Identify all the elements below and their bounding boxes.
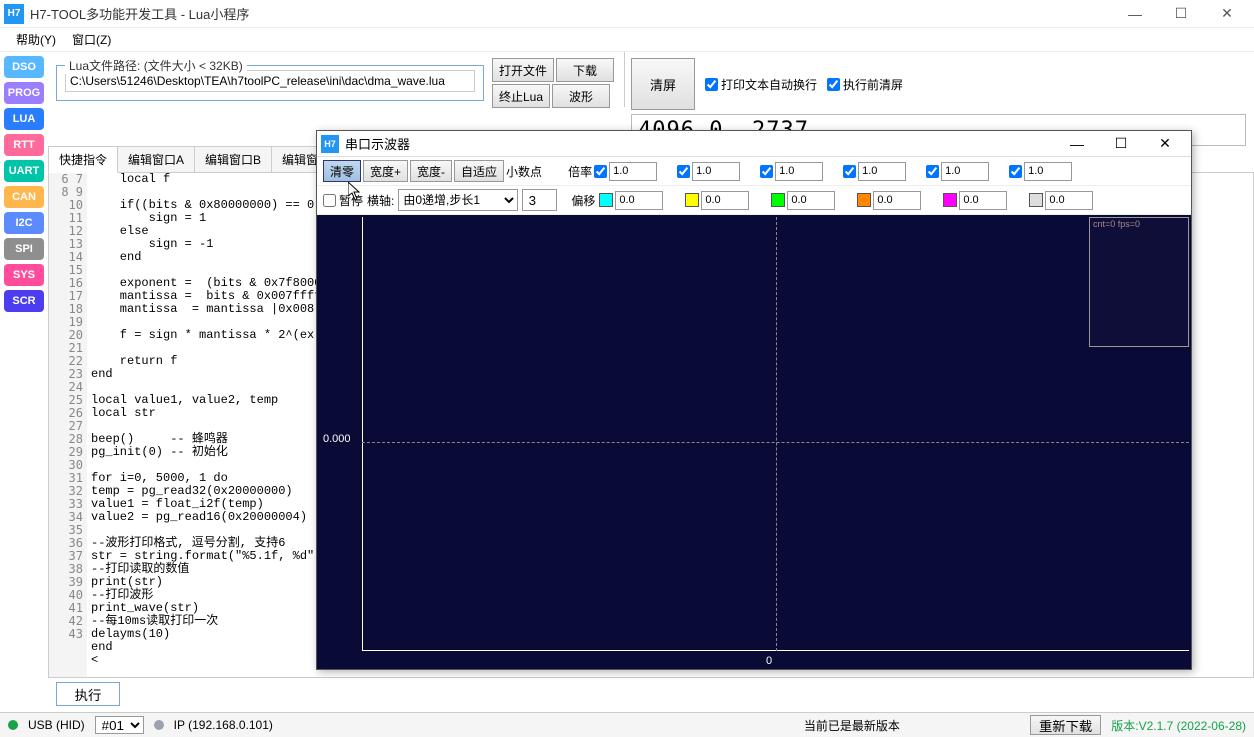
latest-version-label: 当前已是最新版本 [804, 717, 900, 734]
menu-help[interactable]: 帮助(Y) [8, 29, 64, 50]
side-btn-rtt[interactable]: RTT [4, 134, 44, 156]
minimize-button[interactable]: — [1112, 0, 1158, 28]
maximize-button[interactable]: ☐ [1158, 0, 1204, 28]
side-btn-scr[interactable]: SCR [4, 290, 44, 312]
side-btn-can[interactable]: CAN [4, 186, 44, 208]
osc-offset-label: 偏移 [571, 192, 595, 209]
side-btn-lua[interactable]: LUA [4, 108, 44, 130]
osc-zero-button[interactable]: 清零 [323, 160, 361, 182]
osc-ch6-swatch [1029, 193, 1043, 207]
osc-ch1-rate[interactable] [609, 162, 657, 181]
osc-xaxis-select[interactable]: 由0递增,步长1 [398, 189, 518, 211]
usb-status-icon [8, 720, 18, 730]
line-number-gutter: 6 7 8 9 10 11 12 13 14 15 16 17 18 19 20… [49, 173, 87, 677]
osc-ch2-enable[interactable] [677, 165, 690, 178]
osc-x-label: 0 [766, 655, 772, 667]
wave-button[interactable]: 波形 [552, 84, 610, 108]
osc-ch4-swatch [857, 193, 871, 207]
redownload-button[interactable]: 重新下载 [1030, 715, 1101, 735]
window-titlebar: H7 H7-TOOL多功能开发工具 - Lua小程序 — ☐ ✕ [0, 0, 1254, 28]
side-btn-spi[interactable]: SPI [4, 238, 44, 260]
osc-ch4-enable[interactable] [843, 165, 856, 178]
side-btn-i2c[interactable]: I2C [4, 212, 44, 234]
download-button[interactable]: 下载 [556, 58, 614, 82]
execute-button[interactable]: 执行 [56, 682, 120, 706]
clear-before-run-checkbox[interactable]: 执行前清屏 [827, 76, 903, 93]
clear-output-button[interactable]: 清屏 [631, 58, 695, 110]
osc-decimal-input[interactable] [522, 189, 557, 211]
osc-auto-button[interactable]: 自适应 [454, 160, 504, 182]
tab-2[interactable]: 编辑窗口B [194, 146, 272, 172]
osc-maximize-button[interactable]: ☐ [1099, 131, 1143, 157]
osc-plot-area[interactable]: 0.000 0 cnt=0 fps=0 [317, 215, 1191, 669]
osc-ch5-swatch [943, 193, 957, 207]
version-label: 版本:V2.1.7 (2022-06-28) [1111, 717, 1246, 734]
menu-bar: 帮助(Y) 窗口(Z) [0, 28, 1254, 52]
osc-legend: cnt=0 fps=0 [1089, 217, 1189, 347]
osc-ch1-offset[interactable] [615, 191, 663, 210]
osc-ch6-enable[interactable] [1009, 165, 1022, 178]
osc-ch5-offset[interactable] [959, 191, 1007, 210]
side-btn-sys[interactable]: SYS [4, 264, 44, 286]
osc-ch6-rate[interactable] [1024, 162, 1072, 181]
osc-ch2-swatch [685, 193, 699, 207]
side-btn-dso[interactable]: DSO [4, 56, 44, 78]
osc-decimal-label: 小数点 [506, 163, 542, 180]
ip-status-icon [154, 720, 164, 730]
usb-status-label: USB (HID) [28, 718, 85, 732]
osc-toolbar-row1: 清零 宽度+ 宽度- 自适应 小数点 倍率 [317, 157, 1191, 186]
osc-close-button[interactable]: ✕ [1143, 131, 1187, 157]
lua-file-frame: Lua文件路径: (文件大小 < 32KB) [56, 65, 484, 101]
osc-title: 串口示波器 [345, 134, 1055, 153]
osc-ch1-swatch [599, 193, 613, 207]
osc-ch3-rate[interactable] [775, 162, 823, 181]
oscilloscope-window: H7 串口示波器 — ☐ ✕ 清零 宽度+ 宽度- 自适应 小数点 倍率 暂停 … [316, 130, 1192, 670]
autowrap-checkbox[interactable]: 打印文本自动换行 [705, 76, 817, 93]
ip-label: IP (192.168.0.101) [174, 718, 273, 732]
osc-toolbar-row2: 暂停 横轴: 由0递增,步长1 偏移 [317, 186, 1191, 215]
osc-ch5-rate[interactable] [941, 162, 989, 181]
osc-rate-label: 倍率 [568, 163, 592, 180]
device-id-select[interactable]: #01 [95, 716, 144, 734]
file-frame-label: Lua文件路径: (文件大小 < 32KB) [65, 57, 247, 74]
close-button[interactable]: ✕ [1204, 0, 1250, 28]
osc-y-label: 0.000 [323, 433, 351, 445]
app-icon: H7 [4, 4, 24, 24]
side-toolbar: DSO PROG LUA RTT UART CAN I2C SPI SYS SCR [0, 52, 48, 710]
osc-ch2-rate[interactable] [692, 162, 740, 181]
open-file-button[interactable]: 打开文件 [492, 58, 554, 82]
osc-ch2-offset[interactable] [701, 191, 749, 210]
osc-ch4-offset[interactable] [873, 191, 921, 210]
side-btn-uart[interactable]: UART [4, 160, 44, 182]
osc-ch5-enable[interactable] [926, 165, 939, 178]
osc-width-plus-button[interactable]: 宽度+ [363, 160, 408, 182]
osc-xaxis-label: 横轴: [367, 192, 394, 209]
osc-titlebar: H7 串口示波器 — ☐ ✕ [317, 131, 1191, 157]
osc-ch1-enable[interactable] [594, 165, 607, 178]
osc-ch6-offset[interactable] [1045, 191, 1093, 210]
osc-ch4-rate[interactable] [858, 162, 906, 181]
osc-ch3-enable[interactable] [760, 165, 773, 178]
window-title: H7-TOOL多功能开发工具 - Lua小程序 [30, 4, 1112, 23]
osc-ch3-swatch [771, 193, 785, 207]
osc-ch3-offset[interactable] [787, 191, 835, 210]
osc-app-icon: H7 [321, 135, 339, 153]
tab-0[interactable]: 快捷指令 [48, 146, 118, 173]
osc-pause-checkbox[interactable]: 暂停 [323, 192, 363, 209]
osc-minimize-button[interactable]: — [1055, 131, 1099, 157]
osc-width-minus-button[interactable]: 宽度- [410, 160, 452, 182]
status-bar: USB (HID) #01 IP (192.168.0.101) 当前已是最新版… [0, 712, 1254, 737]
menu-window[interactable]: 窗口(Z) [64, 29, 119, 50]
side-btn-prog[interactable]: PROG [4, 82, 44, 104]
stop-lua-button[interactable]: 终止Lua [492, 84, 550, 108]
tab-1[interactable]: 编辑窗口A [117, 146, 195, 172]
